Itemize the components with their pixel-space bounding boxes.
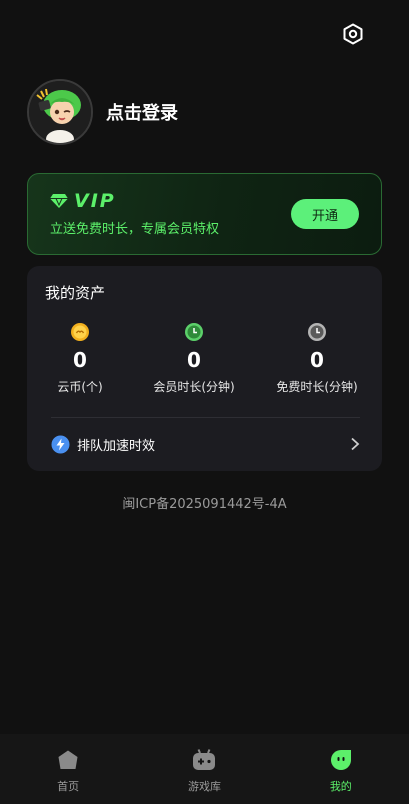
home-icon: [58, 750, 78, 769]
stat-value: 0: [73, 348, 87, 372]
divider: [51, 417, 360, 418]
tab-label: 游戏库: [187, 780, 221, 793]
icp-record[interactable]: 闽ICP备2025091442号-4A: [0, 493, 409, 512]
activate-vip-button[interactable]: 开通: [291, 199, 359, 229]
assets-title: 我的资产: [45, 284, 106, 302]
tab-game-library[interactable]: 游戏库: [136, 734, 272, 804]
stat-value: 0: [310, 348, 324, 372]
gear-icon: [343, 23, 363, 45]
stat-label: 免费时长(分钟): [276, 380, 358, 394]
green-clock-icon: [185, 323, 203, 341]
stat-label: 会员时长(分钟): [153, 380, 235, 394]
stat-value: 0: [187, 348, 201, 372]
coin-icon: [71, 323, 89, 341]
diamond-icon: [50, 194, 68, 208]
profile-face-icon: [330, 750, 351, 770]
stat-label: 云币(个): [57, 380, 103, 394]
login-profile[interactable]: 点击登录: [27, 78, 178, 146]
tab-home[interactable]: 首页: [0, 734, 136, 804]
vip-text: VIP: [74, 190, 116, 212]
gray-clock-icon: [308, 323, 326, 341]
tab-mine[interactable]: 我的: [273, 734, 409, 804]
stat-free-time[interactable]: 0 免费时长(分钟): [262, 322, 372, 395]
lightning-icon: [51, 435, 70, 453]
tab-label: 我的: [329, 780, 352, 793]
queue-acceleration-row[interactable]: 排队加速时效: [51, 431, 360, 457]
chevron-right-icon: [351, 437, 360, 451]
vip-card[interactable]: VIP 立送免费时长，专属会员特权 开通: [27, 173, 382, 255]
avatar-character-icon: [29, 81, 91, 143]
bottom-tab-bar: 首页 游戏库 我的: [0, 734, 409, 804]
settings-button[interactable]: [341, 22, 365, 46]
vip-subtitle: 立送免费时长，专属会员特权: [50, 222, 220, 237]
gamepad-icon: [193, 749, 216, 770]
assets-card: 我的资产 0 云币(个) 0 会员时长(分钟) 0 免费时长(分钟) 排队加速时…: [27, 266, 382, 471]
stat-member-time[interactable]: 0 会员时长(分钟): [139, 322, 249, 395]
login-label[interactable]: 点击登录: [106, 99, 178, 125]
vip-title: VIP: [50, 190, 116, 212]
tab-label: 首页: [57, 780, 80, 793]
stat-coins[interactable]: 0 云币(个): [25, 322, 135, 395]
avatar[interactable]: [27, 79, 93, 145]
queue-label: 排队加速时效: [77, 438, 156, 454]
